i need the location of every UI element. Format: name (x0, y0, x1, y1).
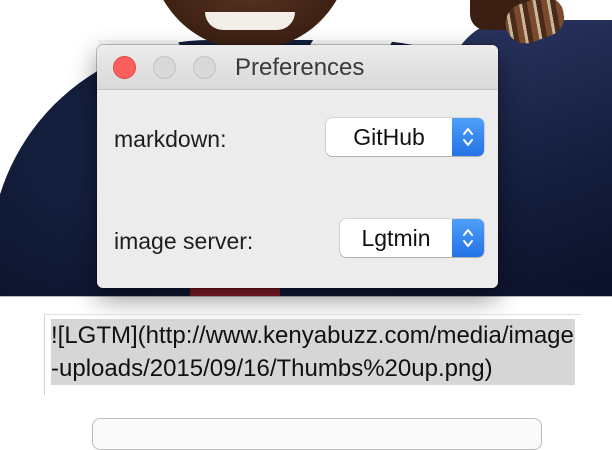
markdown-output-field[interactable]: ![LGTM](http://www.kenyabuzz.com/media/i… (44, 314, 581, 395)
copy-button[interactable] (92, 418, 542, 450)
photo-smile (205, 12, 295, 30)
preferences-window: Preferences markdown: GitHub image serve… (97, 45, 498, 288)
markdown-select[interactable]: GitHub (326, 118, 484, 156)
chevron-updown-icon (452, 219, 484, 257)
window-titlebar[interactable]: Preferences (97, 45, 498, 90)
zoom-button[interactable] (193, 56, 216, 79)
markdown-output-text[interactable]: ![LGTM](http://www.kenyabuzz.com/media/i… (51, 319, 575, 385)
close-button[interactable] (113, 56, 136, 79)
image-separator (0, 296, 612, 297)
markdown-select-value: GitHub (353, 124, 425, 150)
image-server-select-value: Lgtmin (361, 225, 431, 251)
minimize-button[interactable] (153, 56, 176, 79)
window-title: Preferences (235, 54, 365, 81)
image-server-select[interactable]: Lgtmin (340, 219, 484, 257)
image-server-label: image server: (114, 228, 254, 254)
markdown-label: markdown: (114, 126, 227, 152)
chevron-updown-icon (452, 118, 484, 156)
